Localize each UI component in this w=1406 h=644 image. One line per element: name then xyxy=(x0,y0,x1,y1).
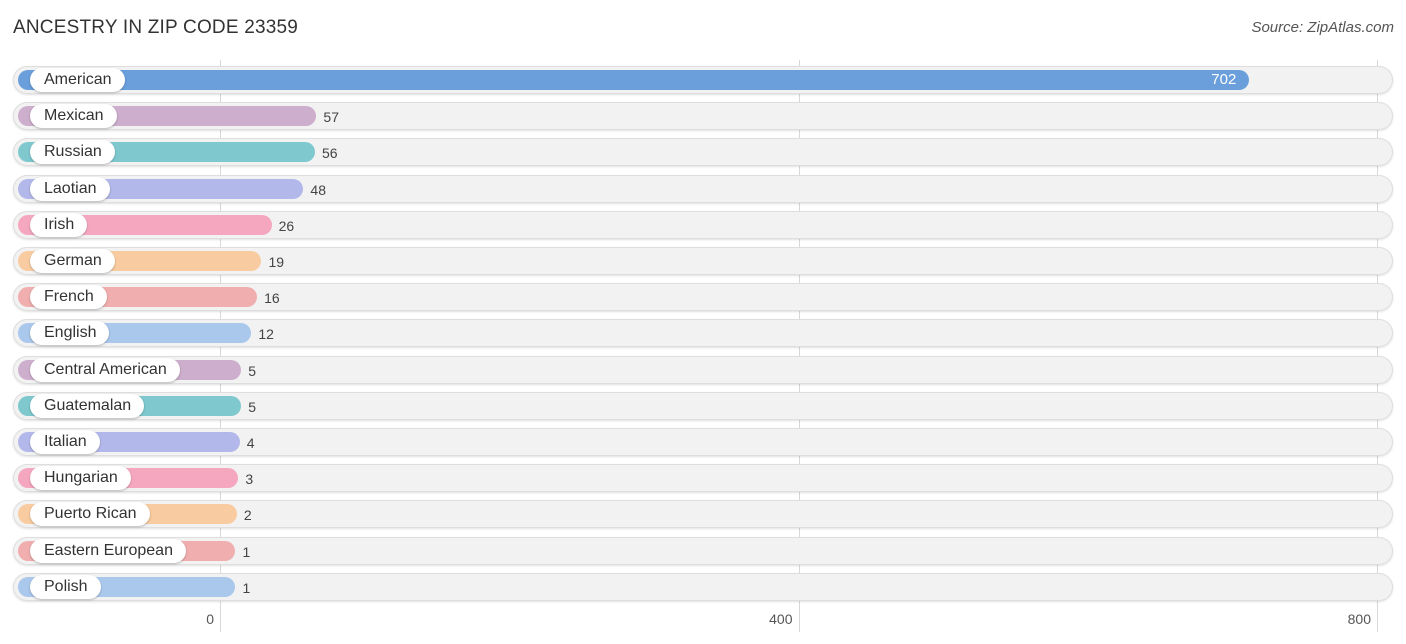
value-label: 48 xyxy=(310,181,326,198)
category-label: French xyxy=(30,285,107,310)
category-label: Central American xyxy=(30,357,180,382)
value-label: 26 xyxy=(278,217,295,234)
category-label: German xyxy=(30,249,115,273)
x-tick-label: 400 xyxy=(769,611,793,627)
category-label: Guatemalan xyxy=(30,393,145,418)
category-label: American xyxy=(30,68,125,92)
value-label: 57 xyxy=(323,109,339,126)
value-label: 5 xyxy=(248,362,257,379)
category-label: Puerto Rican xyxy=(30,502,150,527)
category-label: Polish xyxy=(30,574,101,599)
value-label: 1 xyxy=(242,543,251,560)
category-label: Italian xyxy=(30,430,100,454)
category-label: Russian xyxy=(30,140,115,165)
value-label: 19 xyxy=(268,254,285,270)
category-label: Eastern European xyxy=(30,538,186,563)
value-label: 3 xyxy=(245,471,254,488)
value-label: 702 xyxy=(1211,71,1237,88)
category-label: Irish xyxy=(30,212,88,237)
bar-chart: 0 400 800 American 702 Mexican 57 Russian 56 Laot… xyxy=(0,0,1406,644)
category-label: Hungarian xyxy=(30,466,131,491)
value-label: 5 xyxy=(248,398,257,415)
bar[interactable] xyxy=(18,70,1250,90)
value-label: 12 xyxy=(258,326,274,343)
value-label: 2 xyxy=(243,507,252,524)
category-label: Mexican xyxy=(30,104,117,129)
category-label: Laotian xyxy=(30,176,110,201)
x-tick-label: 800 xyxy=(1347,611,1371,627)
category-label: English xyxy=(30,321,110,346)
value-label: 1 xyxy=(242,579,251,596)
x-tick-label: 0 xyxy=(206,611,214,627)
value-label: 16 xyxy=(264,290,280,307)
value-label: 56 xyxy=(321,145,338,162)
value-label: 4 xyxy=(246,435,255,451)
